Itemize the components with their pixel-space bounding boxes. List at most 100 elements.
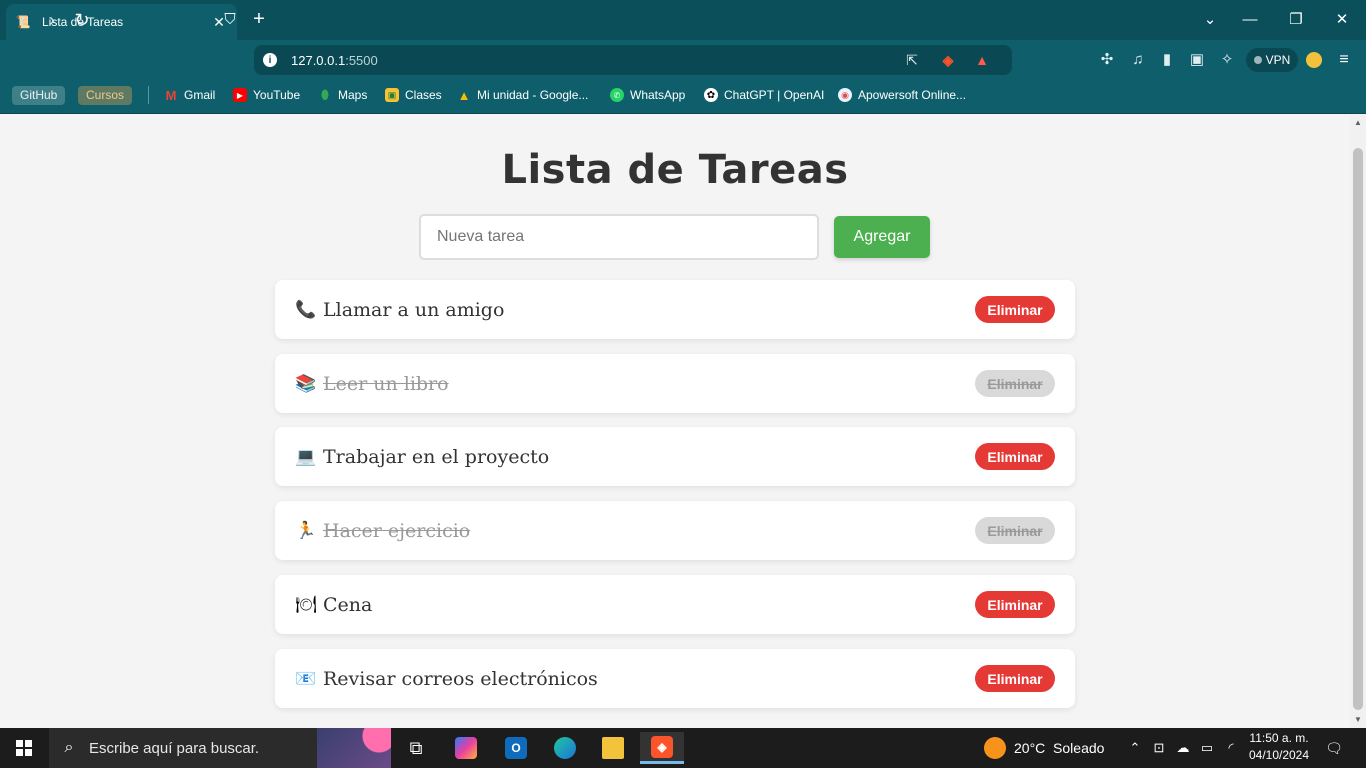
scroll-up-icon[interactable]: ▲ xyxy=(1350,115,1366,131)
wallet-icon[interactable]: ▣ xyxy=(1187,50,1207,70)
bookmark-whatsapp[interactable]: ✆ WhatsApp xyxy=(610,85,685,105)
url-host: 127.0.0.1 xyxy=(291,52,346,68)
task-view-icon[interactable]: ⧉ xyxy=(394,732,438,764)
bookmark-gmail[interactable]: M Gmail xyxy=(164,85,216,105)
notification-icon[interactable]: 🗨 xyxy=(1324,738,1344,758)
copilot-icon[interactable] xyxy=(444,732,488,764)
wifi-icon[interactable]: ◜ xyxy=(1222,738,1240,758)
task-item[interactable]: 🍽 Cena Eliminar xyxy=(275,575,1075,634)
envelope-icon: 📧 xyxy=(295,668,317,688)
address-bar[interactable]: i 127.0.0.1:5500 xyxy=(254,45,1012,75)
forward-icon[interactable]: › xyxy=(40,8,64,32)
page-title: Lista de Tareas xyxy=(501,147,849,193)
meet-now-icon[interactable]: ⊡ xyxy=(1150,738,1168,758)
bookmark-github[interactable]: GitHub xyxy=(12,86,66,105)
scroll-down-icon[interactable]: ▼ xyxy=(1350,712,1366,728)
plate-cutlery-icon: 🍽 xyxy=(295,594,317,614)
windows-logo-icon xyxy=(16,740,32,756)
delete-task-button[interactable]: Eliminar xyxy=(975,517,1055,544)
sidebar-icon[interactable]: ▮ xyxy=(1157,50,1177,70)
copilot-logo xyxy=(455,737,477,759)
openai-icon: ✿ xyxy=(704,88,718,102)
bookmark-label: Gmail xyxy=(184,88,216,102)
delete-task-button[interactable]: Eliminar xyxy=(975,665,1055,692)
bookmark-icon[interactable]: ⛉ xyxy=(218,8,242,32)
folder-logo xyxy=(602,737,624,759)
telephone-icon: 📞 xyxy=(295,299,317,319)
task-item-completed[interactable]: 🏃 Hacer ejercicio Eliminar xyxy=(275,501,1075,560)
file-explorer-icon[interactable] xyxy=(591,732,635,764)
youtube-icon: ▶ xyxy=(233,88,247,102)
page-scrollbar[interactable]: ▲ ▼ xyxy=(1350,115,1366,728)
menu-icon[interactable]: ≡ xyxy=(1336,50,1352,70)
delete-task-button[interactable]: Eliminar xyxy=(975,443,1055,470)
back-icon[interactable]: ‹ xyxy=(10,8,34,32)
share-icon[interactable]: ⇱ xyxy=(902,50,922,70)
search-highlight-image xyxy=(317,728,391,768)
close-window-button[interactable]: ✕ xyxy=(1330,8,1354,32)
brave-taskbar-icon[interactable]: ◈ xyxy=(640,732,684,764)
task-item-completed[interactable]: 📚 Leer un libro Eliminar xyxy=(275,354,1075,413)
bookmark-drive[interactable]: ▲ Mi unidad - Google... xyxy=(457,85,589,105)
bookmark-label: Clases xyxy=(405,88,442,102)
leo-ai-icon[interactable]: ✧ xyxy=(1217,50,1237,70)
vpn-status-icon xyxy=(1253,56,1262,64)
new-task-input[interactable] xyxy=(419,214,819,260)
delete-task-button[interactable]: Eliminar xyxy=(975,591,1055,618)
add-task-button[interactable]: Agregar xyxy=(834,216,930,258)
task-text: Revisar correos electrónicos xyxy=(323,667,598,690)
restore-button[interactable]: ❐ xyxy=(1284,8,1308,32)
profile-avatar[interactable] xyxy=(1306,52,1322,68)
bookmark-maps[interactable]: ⬮ Maps xyxy=(318,85,367,105)
task-text: Hacer ejercicio xyxy=(323,519,471,542)
battery-icon[interactable]: ▭ xyxy=(1198,738,1216,758)
bookmark-cursos[interactable]: Cursos xyxy=(78,86,133,105)
onedrive-icon[interactable]: ☁ xyxy=(1174,738,1192,758)
bookmark-apowersoft[interactable]: ◉ Apowersoft Online... xyxy=(838,85,966,105)
bookmark-label: Apowersoft Online... xyxy=(858,88,967,102)
extensions-icon[interactable]: ✣ xyxy=(1097,50,1117,70)
taskbar-clock[interactable]: 11:50 a. m. 04/10/2024 xyxy=(1244,730,1314,764)
bookmark-chatgpt[interactable]: ✿ ChatGPT | OpenAI xyxy=(704,85,824,105)
classroom-icon: ▣ xyxy=(385,88,399,102)
brave-logo: ◈ xyxy=(651,735,673,758)
task-text: Leer un libro xyxy=(323,372,449,395)
bookmark-label: Maps xyxy=(338,88,368,102)
delete-task-button[interactable]: Eliminar xyxy=(975,370,1055,397)
edge-icon[interactable] xyxy=(543,732,587,764)
task-item[interactable]: 📧 Revisar correos electrónicos Eliminar xyxy=(275,649,1075,708)
tray-chevron-icon[interactable]: ⌃ xyxy=(1126,738,1144,758)
task-item[interactable]: 💻 Trabajar en el proyecto Eliminar xyxy=(275,427,1075,486)
taskbar-search-box[interactable]: ⌕ Escribe aquí para buscar. xyxy=(49,728,391,768)
books-icon: 📚 xyxy=(295,373,317,393)
whatsapp-icon: ✆ xyxy=(610,88,624,102)
tab-title: Lista de Tareas xyxy=(42,15,124,29)
laptop-icon: 💻 xyxy=(295,446,317,466)
brave-shields-icon[interactable]: ◈ xyxy=(938,50,958,70)
bookmark-label: ChatGPT | OpenAI xyxy=(724,88,825,102)
page-viewport: Lista de Tareas Agregar 📞 Llamar a un am… xyxy=(0,115,1350,728)
apowersoft-icon: ◉ xyxy=(838,88,852,102)
brave-rewards-icon[interactable]: ▲ xyxy=(972,50,992,70)
minimize-button[interactable]: — xyxy=(1238,8,1262,32)
site-info-icon[interactable]: i xyxy=(263,53,277,67)
media-icon[interactable]: ♫ xyxy=(1128,50,1148,70)
task-item[interactable]: 📞 Llamar a un amigo Eliminar xyxy=(275,280,1075,339)
outlook-icon[interactable]: O xyxy=(494,732,538,764)
bookmark-youtube[interactable]: ▶ YouTube xyxy=(233,85,300,105)
task-text: Trabajar en el proyecto xyxy=(323,445,550,468)
scrollbar-thumb[interactable] xyxy=(1353,148,1363,710)
url-port: :5500 xyxy=(345,52,378,68)
tab-search-dropdown-icon[interactable]: ⌄ xyxy=(1198,8,1222,32)
bookmark-label: Mi unidad - Google... xyxy=(477,88,589,102)
start-button[interactable] xyxy=(0,728,48,768)
drive-icon: ▲ xyxy=(457,87,471,103)
reload-icon[interactable]: ↻ xyxy=(70,8,94,32)
bookmark-clases[interactable]: ▣ Clases xyxy=(385,85,442,105)
delete-task-button[interactable]: Eliminar xyxy=(975,296,1055,323)
weather-widget[interactable]: 20°C Soleado xyxy=(984,728,1104,768)
new-tab-button[interactable]: + xyxy=(248,8,270,30)
clock-date: 04/10/2024 xyxy=(1248,748,1310,762)
taskbar-search-placeholder: Escribe aquí para buscar. xyxy=(89,739,260,757)
vpn-button[interactable]: VPN xyxy=(1246,48,1298,72)
